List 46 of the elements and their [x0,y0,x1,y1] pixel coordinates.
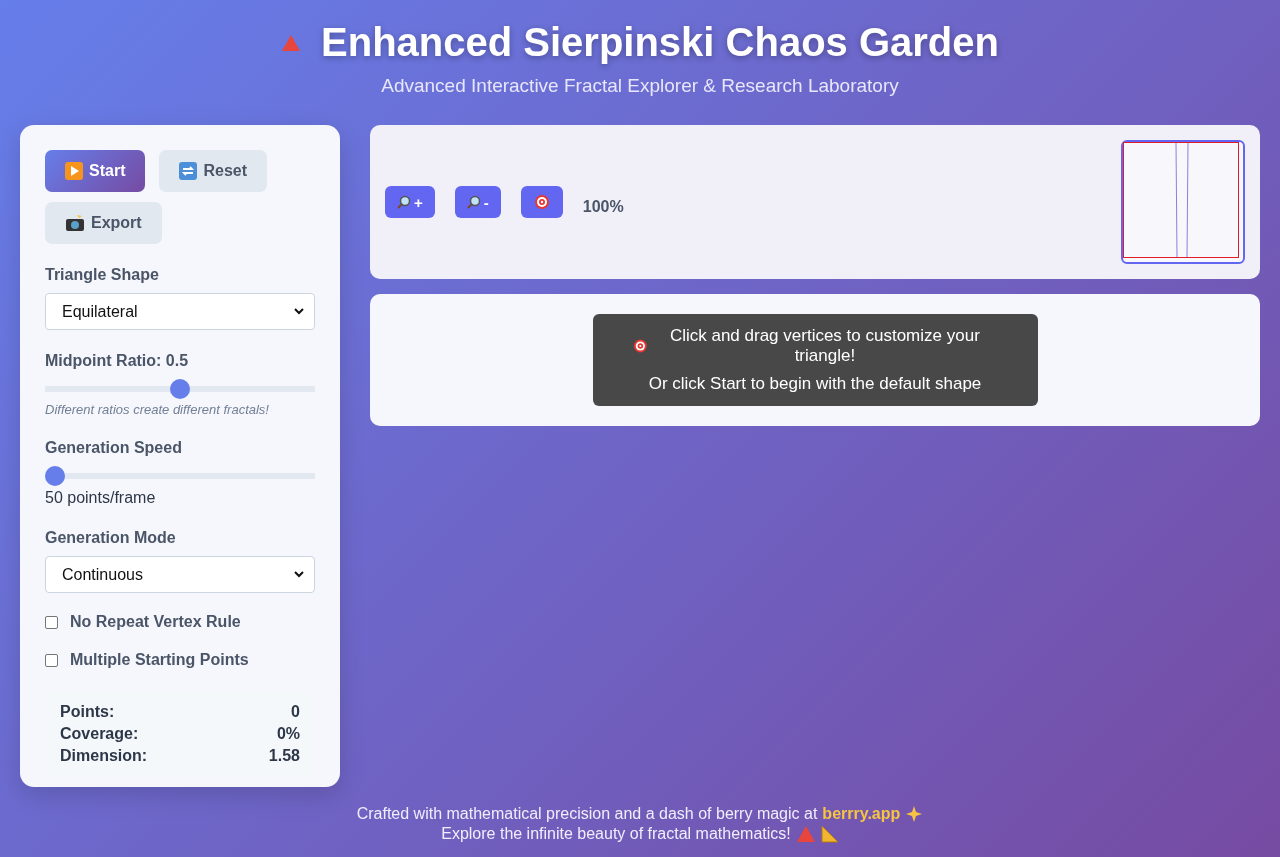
checkbox-label: No Repeat Vertex Rule [70,613,241,631]
triangle-icon [795,825,816,843]
slider-thumb[interactable] [170,379,190,399]
reset-button[interactable]: Reset [159,150,268,192]
refresh-icon [179,162,198,180]
zoom-out-button[interactable]: - [454,186,501,218]
camera-button[interactable]: Export [45,202,162,244]
field-label: Generation Speed [45,439,183,457]
play-icon [65,162,83,180]
stat-value: 1.58 [268,747,300,765]
target-button[interactable] [520,186,563,218]
slider-reading: 50 points/frame [45,489,157,507]
footer-text: Crafted with mathematical precision and a dash of berry magic at [356,805,818,823]
target-icon [533,194,550,210]
slider-thumb[interactable] [45,466,65,486]
instruction-text: Or click Start to begin with the default shape [648,374,982,394]
stat-label: Dimension: [60,747,148,765]
zoom-level: 100% [582,198,624,216]
search-icon [466,195,481,209]
footer-text: Explore the infinite beauty of fractal mathematics! [441,825,791,843]
checkbox[interactable] [45,653,58,667]
field-label: Generation Mode [45,529,177,547]
camera-icon [65,214,85,232]
chevron-down-icon [294,308,304,315]
target-icon [632,338,648,354]
field-label: Triangle Shape [45,266,160,284]
zoom-in-button[interactable]: + [385,186,435,218]
checkbox-label: Multiple Starting Points [70,651,249,669]
stat-value: 0% [276,725,300,743]
triangle-icon [281,33,301,52]
dropdown[interactable]: Equilateral [45,293,315,330]
sparkle-icon [905,805,924,823]
page-subtitle: Advanced Interactive Fractal Explorer & Research Laboratory [381,75,899,97]
dropdown[interactable]: Continuous [45,556,315,593]
play-button[interactable]: Start [45,150,146,192]
page-title: Enhanced Sierpinski Chaos Garden [321,20,999,65]
instruction-text: Click and drag vertices to customize your triangle! [668,326,981,366]
chevron-down-icon [294,571,304,578]
stat-value: 0 [291,703,300,721]
search-icon [397,195,411,209]
hint-text: Different ratios create different fractals! [45,402,270,417]
checkbox[interactable] [45,615,58,629]
field-label: Midpoint Ratio: 0.5 [45,352,190,370]
site-link[interactable]: berrry.app [822,805,901,823]
stat-label: Points: [60,703,115,721]
stat-label: Coverage: [60,725,139,743]
